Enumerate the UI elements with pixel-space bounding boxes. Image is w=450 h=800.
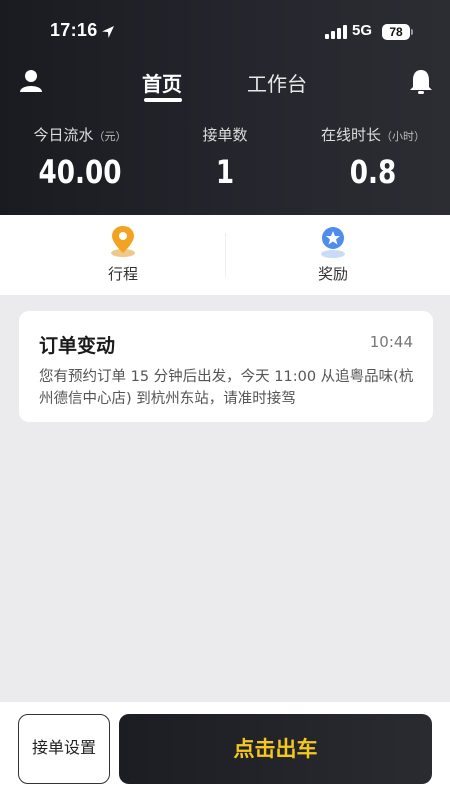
quick-entry-rewards[interactable]: 奖励 <box>273 223 393 284</box>
user-icon[interactable] <box>18 68 44 94</box>
stat-revenue-unit: （元） <box>93 130 127 143</box>
bell-icon[interactable] <box>408 68 434 96</box>
stat-orders-value: 1 <box>215 153 235 191</box>
cellular-signal-icon <box>325 25 347 39</box>
stat-orders[interactable]: 接单数 1 <box>190 124 260 191</box>
stat-online-hours[interactable]: 在线时长（小时） 0.8 <box>318 124 428 191</box>
stat-online-hours-label: 在线时长 <box>320 126 381 144</box>
quick-entry-trips-label: 行程 <box>107 265 138 283</box>
quick-divider <box>225 233 226 277</box>
stat-revenue-value: 40.00 <box>38 153 122 191</box>
stat-online-hours-value: 0.8 <box>349 153 397 191</box>
stat-online-hours-unit: （小时） <box>381 130 425 143</box>
notification-body: 您有预约订单 15 分钟后出发，今天 11:00 从追粤品味(杭州德信中心店) … <box>39 369 414 407</box>
stat-revenue[interactable]: 今日流水（元） 40.00 <box>25 124 135 191</box>
map-pin-icon <box>111 226 135 257</box>
quick-entries: 行程 奖励 <box>0 215 450 295</box>
stats-row: 今日流水（元） 40.00 接单数 1 在线时长（小时） 0.8 <box>0 124 450 204</box>
battery-cap <box>411 29 413 35</box>
header: 17:16 5G 78 首页 工作台 今日流水（元） 40.00 接单数 1 在… <box>0 0 450 215</box>
stat-orders-label: 接单数 <box>202 126 248 144</box>
network-type: 5G <box>352 22 373 39</box>
status-bar: 17:16 5G 78 <box>0 0 450 66</box>
notification-card[interactable]: 订单变动 10:44 您有预约订单 15 分钟后出发，今天 11:00 从追粤品… <box>19 311 433 422</box>
tab-home[interactable]: 首页 <box>142 68 182 97</box>
status-time: 17:16 <box>50 20 98 40</box>
notification-time: 10:44 <box>369 333 413 351</box>
tab-workbench[interactable]: 工作台 <box>247 68 307 97</box>
quick-entry-rewards-label: 奖励 <box>317 265 348 283</box>
quick-entry-trips[interactable]: 行程 <box>63 223 183 284</box>
battery-icon: 78 <box>382 24 410 40</box>
order-settings-button[interactable]: 接单设置 <box>18 714 110 784</box>
tab-active-indicator <box>144 98 182 102</box>
go-online-button[interactable]: 点击出车 <box>119 714 432 784</box>
award-medal-icon <box>321 227 345 258</box>
notification-title: 订单变动 <box>39 335 116 357</box>
bottom-bar: 接单设置 点击出车 <box>0 702 450 800</box>
location-arrow-icon <box>102 26 114 38</box>
stat-revenue-label: 今日流水 <box>33 126 94 144</box>
top-nav: 首页 工作台 <box>0 62 450 112</box>
